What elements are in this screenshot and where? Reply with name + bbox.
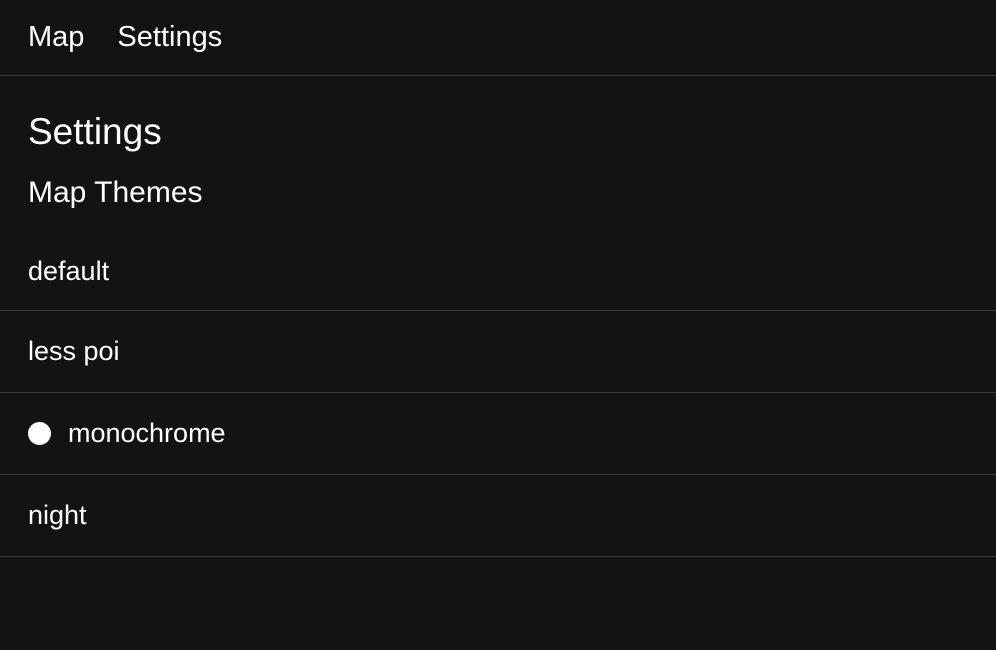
theme-option-default[interactable]: default: [0, 233, 996, 311]
theme-option-label: less poi: [28, 336, 120, 366]
theme-option-night[interactable]: night: [0, 475, 996, 557]
section-title-map-themes: Map Themes: [28, 176, 203, 209]
nav-link-map[interactable]: Map: [28, 23, 84, 52]
nav-link-settings[interactable]: Settings: [117, 23, 222, 52]
page-title: Settings: [28, 111, 162, 152]
selected-dot-icon: [28, 422, 51, 445]
settings-main: Settings Map Themes default less poi mon…: [0, 76, 996, 557]
theme-option-label: night: [28, 500, 87, 530]
settings-header: Settings Map Themes: [0, 76, 996, 211]
app-root: Map Settings Settings Map Themes default…: [0, 0, 996, 650]
top-nav: Map Settings: [0, 0, 996, 76]
theme-option-label: monochrome: [68, 418, 226, 448]
theme-option-less-poi[interactable]: less poi: [0, 311, 996, 393]
theme-option-monochrome[interactable]: monochrome: [0, 393, 996, 475]
theme-list: default less poi monochrome night: [0, 233, 996, 557]
theme-option-label: default: [28, 256, 110, 286]
